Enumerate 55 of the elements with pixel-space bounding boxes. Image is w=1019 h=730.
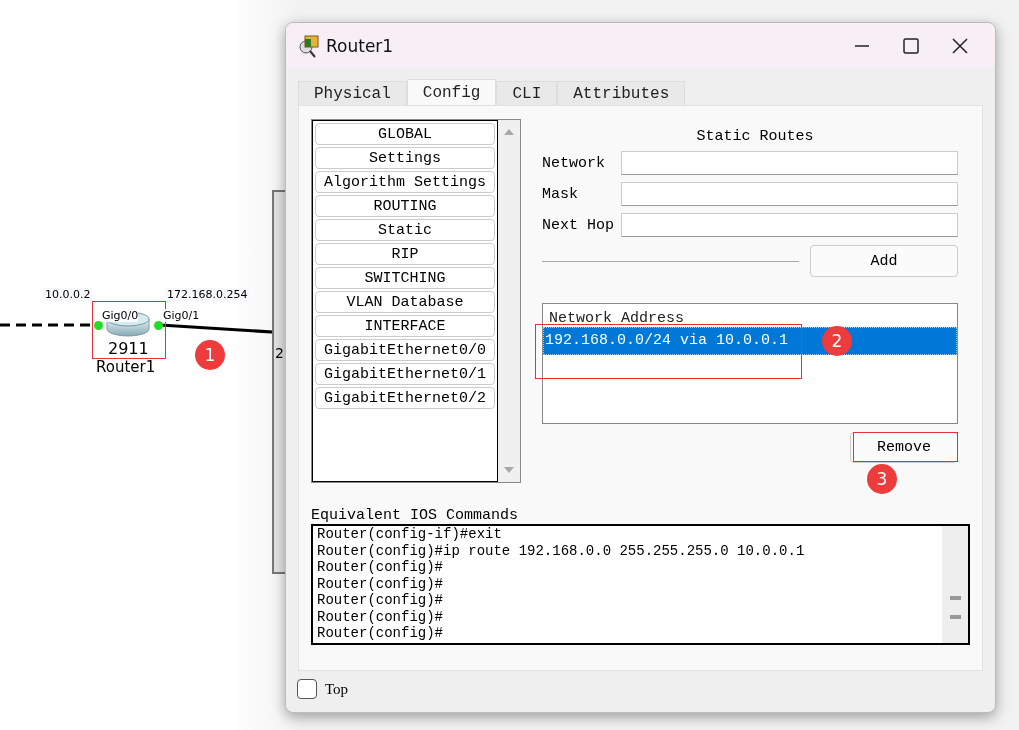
device-model: 2911	[108, 339, 149, 358]
step-marker: 3	[867, 464, 897, 494]
ip-label: 172.168.0.254	[165, 288, 250, 301]
sidebar-item[interactable]: GigabitEthernet0/1	[315, 363, 495, 385]
section-label: Equivalent IOS Commands	[311, 507, 520, 524]
command-line: Router(config)#	[317, 608, 445, 625]
router-app-icon	[298, 33, 320, 58]
field-label: Next Hop	[542, 216, 615, 234]
sidebar-item[interactable]: GigabitEthernet0/0	[315, 339, 495, 361]
close-icon[interactable]	[950, 35, 970, 56]
sidebar-item[interactable]: Static	[315, 219, 495, 241]
field-label: Network	[542, 154, 606, 172]
input-field[interactable]	[621, 151, 958, 175]
scroll-grip-icon	[949, 596, 961, 600]
sidebar-item[interactable]: VLAN Database	[315, 291, 495, 313]
port-label: Gig0/0	[102, 309, 139, 322]
scroll-up-icon[interactable]	[503, 128, 515, 136]
checkbox[interactable]	[297, 679, 317, 699]
sidebar-item[interactable]: GigabitEthernet0/2	[315, 387, 495, 409]
sidebar-item[interactable]: INTERFACE	[315, 315, 495, 337]
sidebar-item[interactable]: SWITCHING	[315, 267, 495, 289]
step-marker: 1	[195, 340, 225, 370]
sidebar-item[interactable]: GLOBAL	[315, 123, 495, 145]
checkbox-label: Top	[325, 680, 349, 698]
remove-button[interactable]: Remove	[850, 432, 958, 463]
command-line: Router(config)#	[317, 592, 445, 609]
port-label: Gig0/1	[163, 309, 200, 322]
scroll-grip-icon	[949, 615, 961, 619]
ip-label: 10.0.0.2	[43, 288, 93, 301]
sidebar-item[interactable]: Settings	[315, 147, 495, 169]
scroll-down-icon[interactable]	[503, 466, 515, 474]
tab[interactable]: CLI	[496, 81, 558, 105]
tab[interactable]: Attributes	[557, 81, 686, 105]
sidebar-item[interactable]: Algorithm Settings	[315, 171, 495, 193]
scrollbar[interactable]	[498, 120, 520, 482]
sidebar-item[interactable]: ROUTING	[315, 195, 495, 217]
scrollbar[interactable]	[942, 526, 968, 643]
field-label: Mask	[542, 185, 579, 203]
window-title: Router1	[326, 35, 394, 56]
command-line: Router(config)#	[317, 559, 445, 576]
command-line: Router(config)#	[317, 575, 445, 592]
device-label: 2	[275, 345, 284, 361]
maximize-icon[interactable]	[901, 35, 921, 56]
list-header: Network Address	[548, 309, 686, 327]
sidebar-item[interactable]: RIP	[315, 243, 495, 265]
device-name: Router1	[96, 358, 156, 376]
input-field[interactable]	[621, 213, 958, 237]
command-line: Router(config-if)#exit	[317, 526, 503, 543]
tab[interactable]: Config	[406, 79, 497, 105]
section-title: Static Routes	[695, 128, 815, 145]
command-line: Router(config)#	[317, 625, 445, 642]
tab[interactable]: Physical	[298, 81, 407, 105]
command-line: Router(config)#ip route 192.168.0.0 255.255.255.0 10.0.0.1	[317, 542, 806, 559]
add-button[interactable]: Add	[810, 245, 958, 277]
input-field[interactable]	[621, 182, 958, 206]
